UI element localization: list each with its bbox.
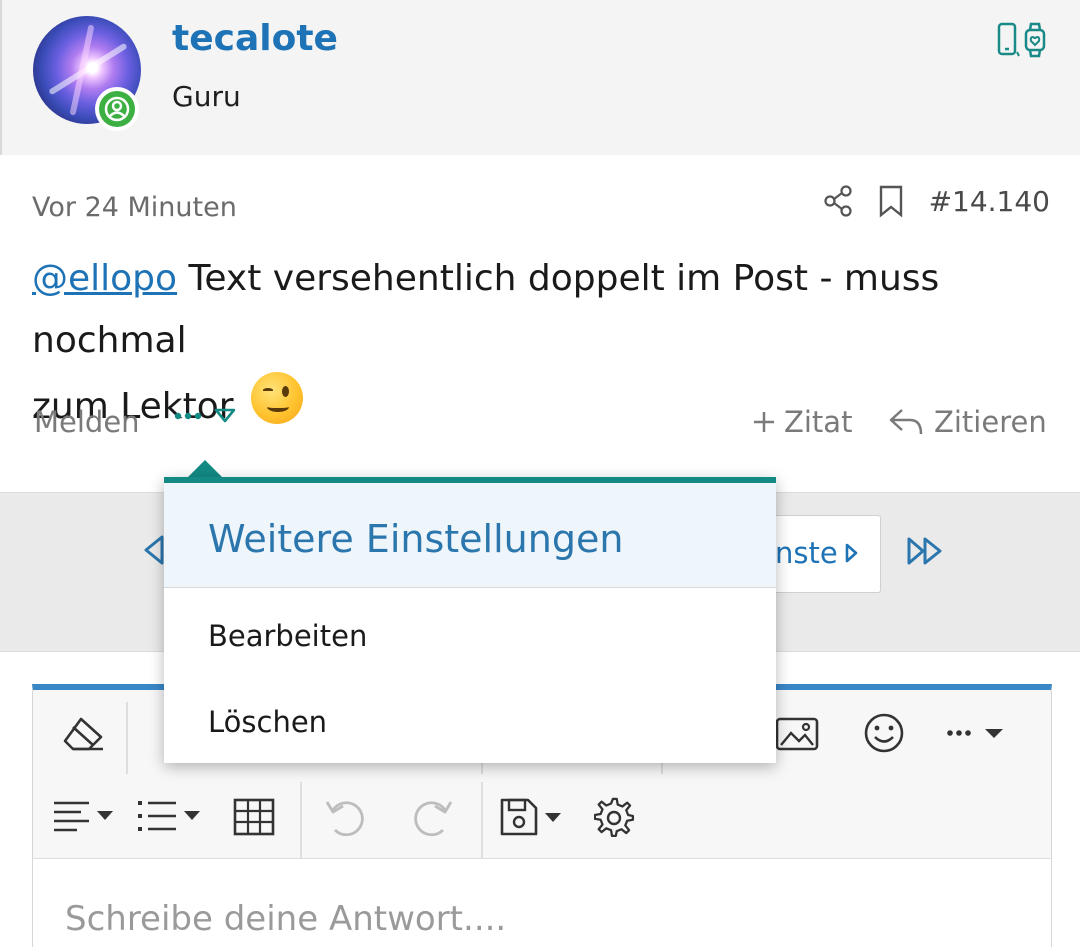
smartwatch-icon bbox=[1024, 22, 1046, 58]
smartphone-icon bbox=[997, 22, 1020, 57]
dropdown-title: Weitere Einstellungen bbox=[208, 517, 624, 561]
smiley-icon bbox=[864, 713, 904, 753]
undo-button[interactable] bbox=[319, 794, 371, 842]
page-prev-icon[interactable] bbox=[142, 533, 166, 567]
dropdown-header: Weitere Einstellungen bbox=[164, 483, 776, 588]
more-options-button[interactable] bbox=[174, 408, 236, 424]
username[interactable]: tecalote bbox=[172, 18, 338, 59]
quote-button[interactable]: Zitat bbox=[752, 405, 852, 439]
clear-format-button[interactable] bbox=[53, 708, 113, 760]
insert-emoji-button[interactable] bbox=[859, 708, 909, 758]
post-number[interactable]: #14.140 bbox=[929, 185, 1050, 218]
plus-icon bbox=[754, 412, 774, 432]
device-icons bbox=[996, 22, 1048, 58]
post-timestamp[interactable]: Vor 24 Minuten bbox=[32, 192, 237, 223]
menu-item-delete[interactable]: Löschen bbox=[208, 705, 327, 739]
list-button[interactable] bbox=[135, 796, 205, 836]
redo-button[interactable] bbox=[407, 794, 459, 842]
insert-image-button[interactable] bbox=[771, 710, 823, 758]
save-draft-button[interactable] bbox=[497, 794, 567, 840]
align-button[interactable] bbox=[49, 796, 119, 836]
more-options-dropdown: Weitere Einstellungen Bearbeiten Löschen bbox=[164, 477, 776, 763]
mention-link[interactable]: @ellopo bbox=[32, 258, 177, 299]
save-icon bbox=[500, 798, 561, 836]
post-actions-top: #14.140 bbox=[823, 184, 1050, 218]
list-icon bbox=[138, 801, 200, 831]
more-tools-button[interactable] bbox=[943, 716, 1009, 750]
reply-placeholder: Schreibe deine Antwort.... bbox=[65, 899, 507, 939]
menu-item-edit[interactable]: Bearbeiten bbox=[208, 619, 367, 653]
table-icon bbox=[233, 798, 275, 836]
user-header: tecalote Guru bbox=[0, 0, 1080, 155]
eraser-icon bbox=[63, 717, 103, 751]
editor-settings-button[interactable] bbox=[589, 794, 641, 842]
image-icon bbox=[775, 717, 819, 751]
undo-icon bbox=[325, 801, 364, 837]
more-dots-icon bbox=[174, 412, 202, 420]
caret-down-icon bbox=[214, 408, 236, 423]
bookmark-icon[interactable] bbox=[877, 184, 905, 218]
post-footer: Melden Zitat Zitieren bbox=[0, 400, 1080, 450]
user-rank: Guru bbox=[172, 80, 241, 113]
more-dots-icon bbox=[947, 729, 1003, 738]
reply-button[interactable]: Zitieren bbox=[888, 405, 1047, 439]
settings-icon bbox=[594, 797, 635, 838]
redo-icon bbox=[414, 801, 453, 837]
report-link[interactable]: Melden bbox=[34, 405, 140, 439]
reply-text-area[interactable]: Schreibe deine Antwort.... bbox=[33, 858, 1051, 947]
online-status-badge bbox=[95, 87, 139, 131]
quote-label: Zitat bbox=[784, 405, 853, 439]
page-next-icon bbox=[845, 543, 858, 563]
page-last-icon[interactable] bbox=[906, 536, 944, 566]
reply-label: Zitieren bbox=[934, 405, 1047, 439]
share-icon[interactable] bbox=[823, 185, 853, 217]
online-user-icon bbox=[104, 96, 130, 122]
editor-toolbar-row-2 bbox=[33, 776, 1051, 858]
reply-arrow-icon bbox=[889, 409, 923, 435]
page-next-label: nste bbox=[775, 536, 838, 570]
align-icon bbox=[54, 801, 113, 832]
insert-table-button[interactable] bbox=[229, 794, 279, 840]
